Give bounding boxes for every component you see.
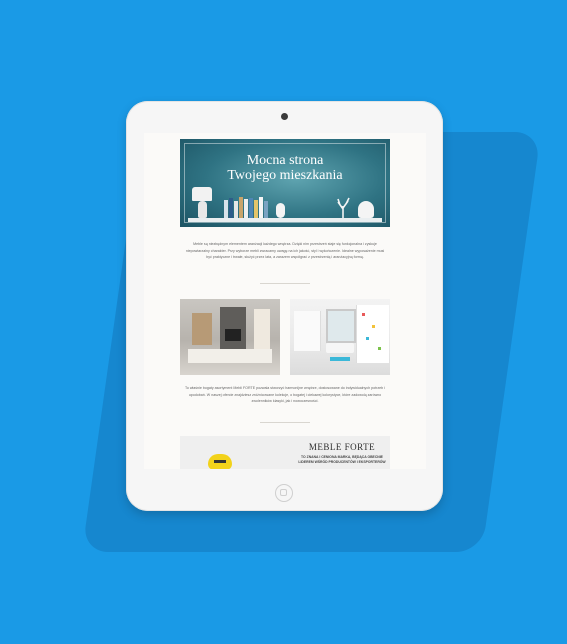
figurine-icon xyxy=(276,203,285,218)
vase-icon xyxy=(358,201,374,218)
book xyxy=(259,197,263,218)
brand-subtitle: TO ZNANA I CENIONA MARKA, BĘDĄCA OBECNIE… xyxy=(298,455,386,464)
book xyxy=(224,200,228,218)
book xyxy=(244,199,248,218)
banner-title-line1: Mocna strona xyxy=(246,153,324,168)
section-divider xyxy=(260,283,310,284)
photo-window xyxy=(326,309,356,343)
photo-cabinet xyxy=(254,309,270,349)
photo-decor xyxy=(366,337,369,340)
brand-logo-icon xyxy=(208,454,232,469)
living-room-photo-2[interactable] xyxy=(290,299,390,375)
banner-title-line2: Twojego mieszkania xyxy=(227,168,343,183)
photo-sofa xyxy=(326,343,354,353)
book xyxy=(264,201,268,218)
lamp-base xyxy=(198,201,207,218)
photo-decor xyxy=(362,313,365,316)
book xyxy=(239,197,243,218)
book xyxy=(229,198,233,218)
photo-shelf xyxy=(192,313,212,345)
section-divider-2 xyxy=(260,422,310,423)
book xyxy=(234,201,238,218)
tablet-device: Mocna strona Twojego mieszkania Meble są… xyxy=(126,101,443,511)
hero-banner: Mocna strona Twojego mieszkania xyxy=(180,139,390,227)
brand-card: MEBLE FORTE TO ZNANA I CENIONA MARKA, BĘ… xyxy=(180,436,390,469)
photo-tv-stand xyxy=(188,349,272,363)
lamp-icon xyxy=(192,187,212,201)
intro-paragraph: Meble są niezbędnym elementem aranżacji … xyxy=(185,242,385,259)
photo-tv xyxy=(225,329,241,341)
camera-icon xyxy=(281,113,288,120)
tablet-screen: Mocna strona Twojego mieszkania Meble są… xyxy=(144,133,426,469)
coral-decoration-icon xyxy=(337,197,350,218)
photo-shelves-right xyxy=(356,305,389,363)
home-button-icon[interactable] xyxy=(275,484,293,502)
living-room-photo-1[interactable] xyxy=(180,299,280,375)
brand-title: MEBLE FORTE xyxy=(308,442,376,452)
banner-shelf xyxy=(188,218,382,222)
book xyxy=(254,200,258,218)
book xyxy=(249,198,253,218)
photo-decor xyxy=(378,347,381,350)
collection-paragraph: To właśnie bogaty asortyment Mebli FORTE… xyxy=(185,386,385,403)
books-decoration xyxy=(224,197,269,218)
photo-table xyxy=(330,357,350,361)
photo-shelves-left xyxy=(294,311,321,351)
photo-decor xyxy=(372,325,375,328)
banner-title: Mocna strona Twojego mieszkania xyxy=(180,153,390,183)
